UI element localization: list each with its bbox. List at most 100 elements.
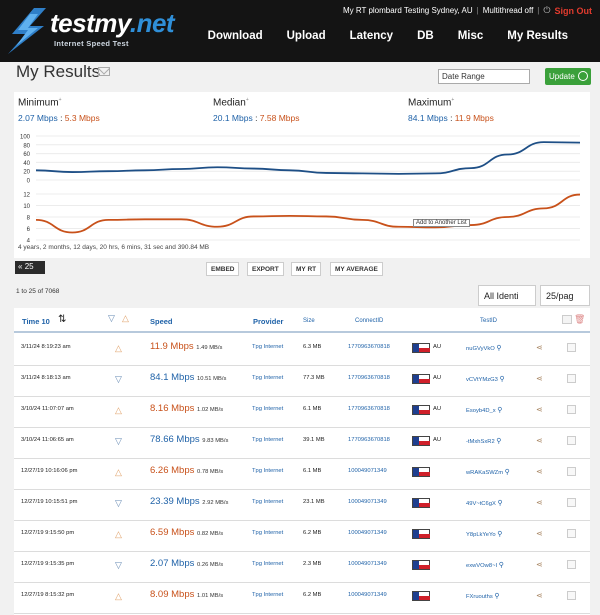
row-test-id[interactable]: nuGVyVkO ⚲ <box>466 344 502 352</box>
header-time[interactable]: Time 10 <box>22 317 50 326</box>
share-icon[interactable]: ⋖ <box>536 405 543 414</box>
date-range-input[interactable]: Date Range <box>438 69 530 84</box>
row-provider[interactable]: Tpg Internet <box>252 437 283 443</box>
row-test-id[interactable]: exwVOw8~I ⚲ <box>466 561 504 569</box>
row-test-id[interactable]: Esoyb4D_x ⚲ <box>466 406 502 414</box>
table-row[interactable]: 12/27/19 8:15:32 pm △ 8.09 Mbps 1.01 MB/s T… <box>14 583 590 614</box>
row-connect-id[interactable]: 100049071349 <box>348 561 387 567</box>
row-checkbox[interactable] <box>567 374 576 383</box>
row-test-id[interactable]: Y8pLkYeYo ⚲ <box>466 530 502 538</box>
nav-download[interactable]: Download <box>192 30 271 42</box>
header-size[interactable]: Size <box>303 318 315 324</box>
row-checkbox[interactable] <box>567 405 576 414</box>
row-connect-id[interactable]: 100049071349 <box>348 499 387 505</box>
table-row[interactable]: 3/10/24 11:07:07 am △ 8.16 Mbps 1.02 MB/s T… <box>14 397 590 428</box>
row-connect-id[interactable]: 100049071349 <box>348 530 387 536</box>
share-icon[interactable]: ⋖ <box>536 560 543 569</box>
header-provider[interactable]: Provider <box>253 317 283 326</box>
row-connect-id[interactable]: 1770963670818 <box>348 437 390 443</box>
row-date: 12/27/19 9:15:50 pm <box>21 530 75 536</box>
upload-filter-icon[interactable]: △ <box>122 313 129 324</box>
trash-icon[interactable]: 🗑 <box>574 314 585 325</box>
sort-icon[interactable]: ⇅ <box>58 314 66 325</box>
export-button[interactable]: EXPORT <box>247 262 284 276</box>
zoom-icon: ⚲ <box>497 531 503 538</box>
row-checkbox[interactable] <box>567 560 576 569</box>
sign-out-link[interactable]: Sign Out <box>555 6 593 16</box>
zoom-icon: ⚲ <box>498 562 504 569</box>
stat-maximum: Maximum+ 84.1 Mbps : 11.9 Mbps <box>408 97 494 124</box>
row-provider[interactable]: Tpg Internet <box>252 375 283 381</box>
row-checkbox[interactable] <box>567 591 576 600</box>
row-connect-id[interactable]: 1770963670818 <box>348 406 390 412</box>
table-row[interactable]: 3/10/24 11:06:65 am ▽ 78.66 Mbps 9.83 MB/s… <box>14 428 590 459</box>
my-average-button[interactable]: MY AVERAGE <box>330 262 383 276</box>
share-icon[interactable]: ⋖ <box>536 498 543 507</box>
row-test-id[interactable]: -tMxhSxR2 ⚲ <box>466 437 501 445</box>
logo-main: testmy <box>50 8 130 38</box>
table-row[interactable]: 12/27/19 10:15:51 pm ▽ 23.39 Mbps 2.92 MB/… <box>14 490 590 521</box>
mail-icon[interactable] <box>98 67 110 76</box>
row-test-id[interactable]: 49V~tC6gX ⚲ <box>466 499 503 507</box>
nav-my-results[interactable]: My Results <box>491 30 576 42</box>
row-connect-id[interactable]: 1770963670818 <box>348 344 390 350</box>
table-row[interactable]: 12/27/19 9:15:35 pm ▽ 2.07 Mbps 0.26 MB/s T… <box>14 552 590 583</box>
row-provider[interactable]: Tpg Internet <box>252 406 283 412</box>
header-speed[interactable]: Speed <box>150 317 173 326</box>
row-test-id[interactable]: wRAKaSWZm ⚲ <box>466 468 510 476</box>
row-checkbox[interactable] <box>567 343 576 352</box>
results-chart-panel: Minimum+ 2.07 Mbps : 5.3 Mbps Median+ 20… <box>14 92 590 258</box>
update-button[interactable]: Update <box>545 68 591 85</box>
identity-filter-select[interactable]: All Identi <box>478 285 536 306</box>
row-checkbox[interactable] <box>567 529 576 538</box>
row-provider[interactable]: Tpg Internet <box>252 530 283 536</box>
my-rt-button[interactable]: MY RT <box>291 262 322 276</box>
row-test-id[interactable]: vCVtYMzG3 ⚲ <box>466 375 505 383</box>
select-all-checkbox[interactable] <box>562 315 572 324</box>
table-row[interactable]: 3/11/24 8:18:13 am ▽ 84.1 Mbps 10.51 MB/s T… <box>14 366 590 397</box>
share-icon[interactable]: ⋖ <box>536 343 543 352</box>
row-connect-id[interactable]: 1770963670818 <box>348 375 390 381</box>
table-row[interactable]: 3/11/24 8:19:23 am △ 11.9 Mbps 1.49 MB/s Tp… <box>14 335 590 366</box>
row-provider[interactable]: Tpg Internet <box>252 468 283 474</box>
nav-misc[interactable]: Misc <box>442 30 492 42</box>
share-icon[interactable]: ⋖ <box>536 591 543 600</box>
share-icon[interactable]: ⋖ <box>536 374 543 383</box>
power-icon: ⏻ <box>543 5 551 15</box>
download-filter-icon[interactable]: ▽ <box>108 313 115 324</box>
nav-db[interactable]: DB <box>401 30 442 42</box>
download-arrow-icon: ▽ <box>115 436 122 446</box>
row-size: 6.3 MB <box>303 344 322 350</box>
row-provider[interactable]: Tpg Internet <box>252 344 283 350</box>
status-separator: | <box>476 6 479 15</box>
row-connect-id[interactable]: 100049071349 <box>348 592 387 598</box>
upload-arrow-icon: △ <box>115 467 122 477</box>
per-page-select[interactable]: 25/pag <box>540 285 590 306</box>
header-connect-id[interactable]: ConnectID <box>355 318 383 324</box>
site-logo[interactable]: testmy.net Internet Speed Test <box>4 6 175 58</box>
header-test-id[interactable]: TestID <box>480 318 497 324</box>
zoom-icon: ⚲ <box>499 376 505 383</box>
row-checkbox[interactable] <box>567 498 576 507</box>
share-icon[interactable]: ⋖ <box>536 529 543 538</box>
row-provider[interactable]: Tpg Internet <box>252 499 283 505</box>
row-checkbox[interactable] <box>567 467 576 476</box>
nav-latency[interactable]: Latency <box>334 30 401 42</box>
row-test-id[interactable]: FXruouths ⚲ <box>466 592 500 600</box>
table-row[interactable]: 12/27/19 10:16:06 pm △ 6.26 Mbps 0.78 MB/s… <box>14 459 590 490</box>
row-provider[interactable]: Tpg Internet <box>252 592 283 598</box>
table-row[interactable]: 12/27/19 9:15:50 pm △ 6.59 Mbps 0.82 MB/s T… <box>14 521 590 552</box>
multithread-status[interactable]: Multithread off <box>483 6 534 15</box>
embed-button[interactable]: EMBED <box>206 262 240 276</box>
row-provider[interactable]: Tpg Internet <box>252 561 283 567</box>
stat-minimum-download: 2.07 Mbps <box>18 113 58 124</box>
row-date: 3/11/24 8:19:23 am <box>21 344 71 350</box>
upload-y-tick-label: 8 <box>27 216 31 222</box>
row-connect-id[interactable]: 100049071349 <box>348 468 387 474</box>
pager-button[interactable]: « 25 <box>15 261 45 274</box>
share-icon[interactable]: ⋖ <box>536 467 543 476</box>
upload-y-tick-label: 12 <box>23 193 30 199</box>
nav-upload[interactable]: Upload <box>271 30 334 42</box>
share-icon[interactable]: ⋖ <box>536 436 543 445</box>
row-checkbox[interactable] <box>567 436 576 445</box>
